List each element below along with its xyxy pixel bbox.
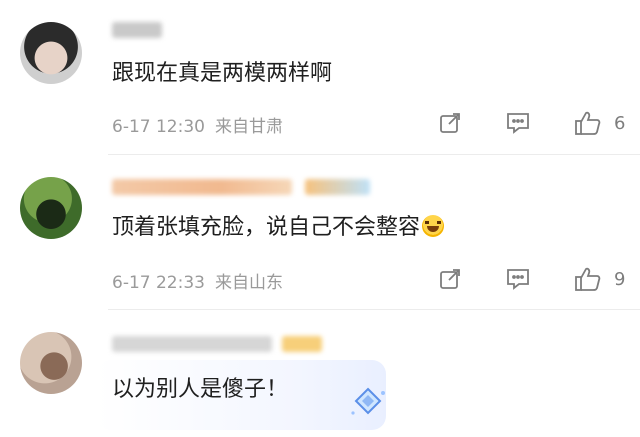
thumbs-up-icon: [574, 266, 602, 292]
avatar[interactable]: [20, 22, 82, 84]
like-count: 6: [614, 112, 626, 134]
comment-date: 6-17 22:33: [112, 273, 205, 293]
comment-item: 跟现在真是两模两样啊 6-17 12:30 来自甘肃 6: [0, 0, 640, 150]
badge-blurred: [305, 179, 370, 195]
comment-meta: 6-17 12:30 来自甘肃: [112, 112, 293, 137]
badge-blurred: [282, 336, 322, 352]
comment-icon[interactable]: [505, 111, 531, 135]
thumbs-up-icon: [574, 110, 602, 136]
comment-item: 以为别人是傻子！: [0, 310, 640, 437]
comment-text: 顶着张填充脸，说自己不会整容: [112, 213, 445, 243]
laughing-tears-emoji-icon: [422, 215, 445, 237]
comment-meta: 6-17 22:33 来自山东: [112, 268, 293, 293]
like-button[interactable]: 9: [574, 266, 625, 292]
comment-text-content: 顶着张填充脸，说自己不会整容: [112, 215, 421, 240]
avatar[interactable]: [20, 332, 82, 394]
sparkle-diamond-icon: [348, 385, 388, 421]
comment-text: 以为别人是傻子！: [112, 377, 289, 402]
comment-text: 跟现在真是两模两样啊: [112, 61, 333, 86]
comment-date: 6-17 12:30: [112, 117, 205, 137]
share-icon[interactable]: [438, 267, 462, 291]
avatar[interactable]: [20, 177, 82, 239]
comment-location: 来自甘肃: [214, 117, 283, 137]
username-blurred[interactable]: [112, 336, 272, 352]
like-count: 9: [614, 268, 626, 290]
comment-icon[interactable]: [505, 267, 531, 291]
username-blurred[interactable]: [112, 179, 292, 195]
comment-location: 来自山东: [214, 273, 283, 293]
like-button[interactable]: 6: [574, 110, 625, 136]
share-icon[interactable]: [438, 111, 462, 135]
username-blurred[interactable]: [112, 22, 162, 38]
comment-item: 顶着张填充脸，说自己不会整容 6-17 22:33 来自山东 9: [0, 155, 640, 305]
